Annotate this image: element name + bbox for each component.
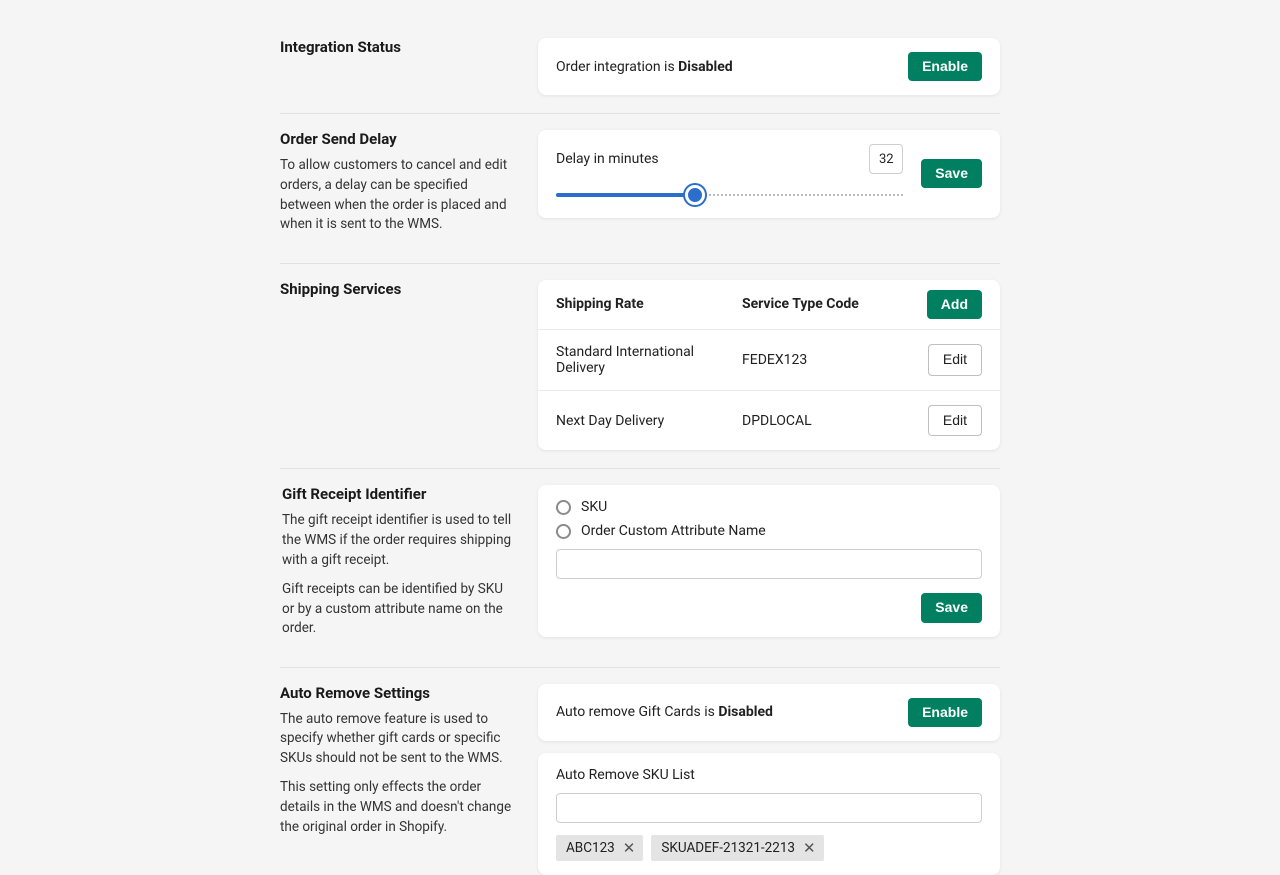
save-delay-button[interactable]: Save xyxy=(921,159,982,188)
delay-label: Delay in minutes xyxy=(556,151,659,167)
shipping-row: Next Day Delivery DPDLOCAL Edit xyxy=(538,390,1000,450)
edit-shipping-button[interactable]: Edit xyxy=(928,405,982,436)
add-shipping-button[interactable]: Add xyxy=(927,290,982,319)
slider-thumb[interactable] xyxy=(685,185,705,205)
delay-value: 32 xyxy=(869,144,903,174)
shipping-table: Shipping Rate Service Type Code Add Stan… xyxy=(538,280,1000,451)
auto-remove-gift-card-status: Auto remove Gift Cards is Disabled Enabl… xyxy=(538,684,1000,741)
enable-integration-button[interactable]: Enable xyxy=(908,52,982,81)
shipping-code-value: DPDLOCAL xyxy=(742,413,928,429)
order-send-delay-title: Order Send Delay xyxy=(280,130,518,148)
gift-receipt-desc1: The gift receipt identifier is used to t… xyxy=(282,511,518,570)
shipping-code-value: FEDEX123 xyxy=(742,352,928,368)
gift-option-sku-label: SKU xyxy=(581,499,607,515)
radio-icon xyxy=(556,524,571,539)
sku-chip-label: SKUADEF-21321-2213 xyxy=(661,840,795,856)
gift-identifier-input[interactable] xyxy=(556,549,982,579)
sku-chip: SKUADEF-21321-2213 ✕ xyxy=(651,835,823,861)
shipping-rate-header: Shipping Rate xyxy=(556,296,742,312)
gift-option-sku[interactable]: SKU xyxy=(556,499,982,515)
auto-remove-sku-label: Auto Remove SKU List xyxy=(556,767,982,783)
gift-option-custom-attr[interactable]: Order Custom Attribute Name xyxy=(556,523,982,539)
order-send-delay-desc: To allow customers to cancel and edit or… xyxy=(280,156,518,234)
auto-remove-sku-card: Auto Remove SKU List ABC123 ✕ SKUADEF-21… xyxy=(538,753,1000,875)
gift-card: SKU Order Custom Attribute Name Save xyxy=(538,485,1000,636)
delay-slider[interactable] xyxy=(556,188,903,202)
integration-status-card: Order integration is Disabled Enable xyxy=(538,38,1000,95)
shipping-row: Standard International Delivery FEDEX123… xyxy=(538,329,1000,390)
auto-remove-title: Auto Remove Settings xyxy=(280,684,518,702)
gift-receipt-title: Gift Receipt Identifier xyxy=(282,485,518,503)
shipping-rate-value: Next Day Delivery xyxy=(556,413,742,429)
integration-status-prefix: Order integration is xyxy=(556,59,678,75)
radio-icon xyxy=(556,500,571,515)
slider-fill xyxy=(556,193,695,197)
sku-chip-label: ABC123 xyxy=(566,840,615,856)
integration-status-text: Order integration is Disabled xyxy=(556,59,733,75)
enable-auto-remove-button[interactable]: Enable xyxy=(908,698,982,727)
close-icon[interactable]: ✕ xyxy=(623,841,636,856)
sku-chip: ABC123 ✕ xyxy=(556,835,643,861)
integration-status-state: Disabled xyxy=(678,59,733,75)
gift-option-custom-attr-label: Order Custom Attribute Name xyxy=(581,523,766,539)
auto-remove-desc1: The auto remove feature is used to speci… xyxy=(280,710,518,769)
edit-shipping-button[interactable]: Edit xyxy=(928,344,982,375)
service-code-header: Service Type Code xyxy=(742,296,927,312)
shipping-services-title: Shipping Services xyxy=(280,280,518,298)
sku-chip-list: ABC123 ✕ SKUADEF-21321-2213 ✕ xyxy=(556,835,982,861)
save-gift-button[interactable]: Save xyxy=(921,593,982,622)
close-icon[interactable]: ✕ xyxy=(803,841,816,856)
auto-remove-desc2: This setting only effects the order deta… xyxy=(280,778,518,837)
shipping-rate-value: Standard International Delivery xyxy=(556,344,742,376)
integration-status-title: Integration Status xyxy=(280,38,518,56)
auto-remove-sku-input[interactable] xyxy=(556,793,982,823)
auto-remove-status-text: Auto remove Gift Cards is Disabled xyxy=(556,704,773,720)
auto-remove-status-state: Disabled xyxy=(718,704,773,720)
gift-receipt-desc2: Gift receipts can be identified by SKU o… xyxy=(282,580,518,639)
delay-card: Delay in minutes 32 Save xyxy=(538,130,1000,218)
auto-remove-status-prefix: Auto remove Gift Cards is xyxy=(556,704,718,720)
